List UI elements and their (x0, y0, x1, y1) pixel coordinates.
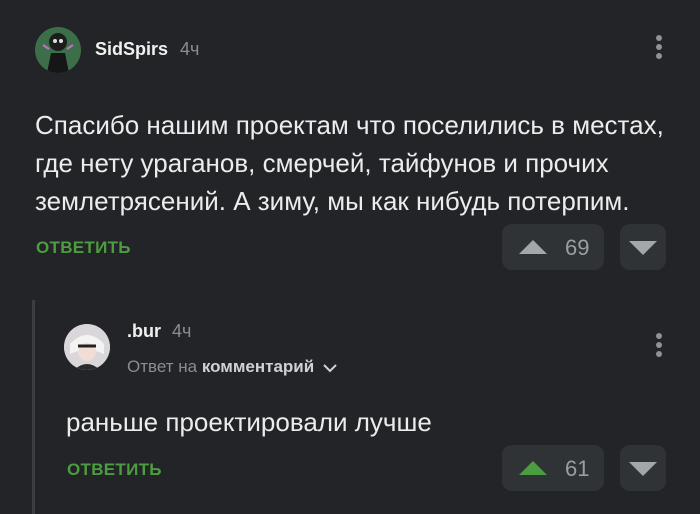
rating-count: 69 (565, 235, 590, 260)
chevron-down-icon[interactable] (323, 363, 337, 373)
reply-button[interactable]: ОТВЕТИТЬ (67, 460, 162, 480)
comment-text-line: землетрясений. А зиму, мы как нибудь пот… (35, 186, 630, 216)
avatar[interactable] (64, 324, 110, 370)
reply-to-prefix: Ответ на (127, 357, 198, 376)
reply-button[interactable]: ОТВЕТИТЬ (36, 238, 131, 258)
triangle-up-icon (519, 240, 547, 254)
upvote-button[interactable]: 61 (502, 445, 604, 491)
reply-to-line[interactable]: Ответ на комментарий (127, 357, 337, 377)
comment-text-line: где нету ураганов, смерчей, тайфунов и п… (35, 148, 609, 178)
triangle-down-icon (629, 462, 657, 476)
upvote-button[interactable]: 69 (502, 224, 604, 270)
triangle-up-icon (519, 461, 547, 475)
username[interactable]: .bur (127, 321, 161, 342)
triangle-down-icon (629, 241, 657, 255)
reply-to-target[interactable]: комментарий (202, 357, 314, 376)
downvote-button[interactable] (620, 445, 666, 491)
downvote-button[interactable] (620, 224, 666, 270)
timestamp: 4ч (180, 39, 200, 59)
kebab-menu-icon[interactable] (655, 35, 663, 62)
comment-text: Спасибо нашим проектам что поселились в … (35, 106, 675, 220)
username[interactable]: SidSpirs (95, 39, 168, 60)
kebab-menu-icon[interactable] (655, 333, 663, 360)
comment-text-line: Спасибо нашим проектам что поселились в … (35, 110, 664, 140)
avatar[interactable] (35, 27, 81, 73)
rating-count: 61 (565, 456, 590, 481)
comment-text: раньше проектировали лучше (66, 407, 432, 437)
timestamp: 4ч (172, 321, 192, 341)
thread-line (32, 300, 35, 514)
